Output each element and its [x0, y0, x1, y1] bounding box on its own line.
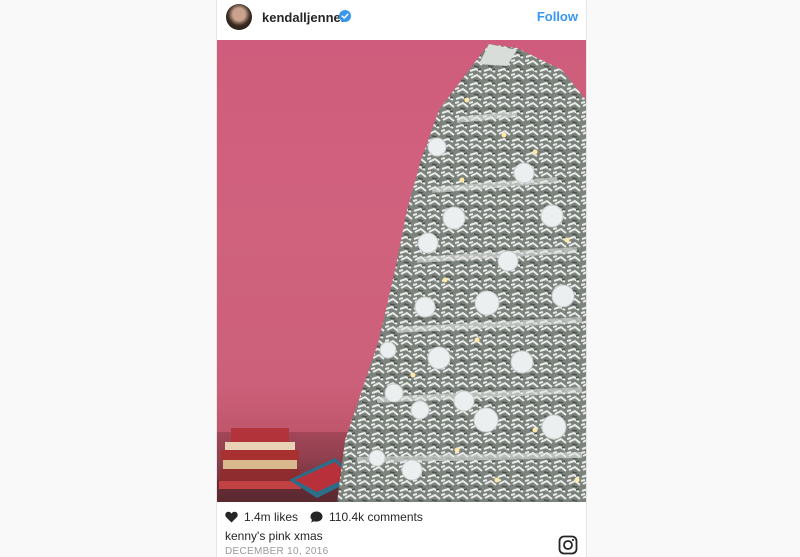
instagram-post-card: kendalljenner Follow 1.4m likes 110.4k c…	[216, 0, 587, 557]
tree	[337, 44, 586, 502]
post-caption: kenny's pink xmas	[225, 529, 323, 543]
username[interactable]: kendalljenner	[262, 10, 346, 25]
comments-count: 110.4k comments	[329, 510, 423, 524]
post-date: DECEMBER 10, 2016	[225, 546, 329, 557]
avatar[interactable]	[226, 4, 252, 30]
instagram-icon[interactable]	[558, 535, 578, 555]
follow-button[interactable]: Follow	[537, 9, 578, 24]
post-photo[interactable]	[217, 40, 586, 502]
comments-button[interactable]: 110.4k comments	[310, 510, 423, 524]
heart-icon	[225, 511, 238, 523]
comment-bubble-icon	[310, 511, 323, 523]
like-button[interactable]: 1.4m likes	[225, 510, 298, 524]
likes-count: 1.4m likes	[244, 510, 299, 524]
verified-badge-icon	[339, 10, 351, 22]
christmas-tree-image	[217, 44, 586, 502]
post-header: kendalljenner Follow	[217, 0, 586, 40]
